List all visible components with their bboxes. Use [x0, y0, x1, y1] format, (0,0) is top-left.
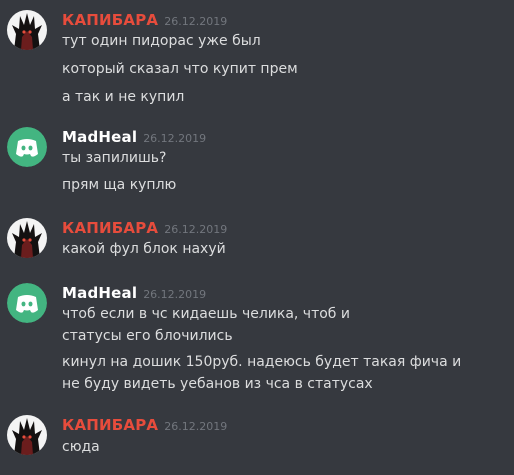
message-timestamp: 26.12.2019	[143, 288, 207, 301]
author-name[interactable]: MadHeal	[62, 128, 137, 146]
author-name[interactable]: КАПИБАРА	[62, 11, 158, 29]
message-timestamp: 26.12.2019	[143, 132, 207, 145]
message-text: который сказал что купит прем	[62, 61, 298, 77]
discord-default-avatar-icon[interactable]	[7, 283, 47, 323]
author-name[interactable]: КАПИБАРА	[62, 219, 158, 237]
message-timestamp: 26.12.2019	[164, 15, 228, 28]
dark-spiky-avatar-icon[interactable]	[7, 10, 47, 50]
discord-default-avatar-icon[interactable]	[7, 127, 47, 167]
message-text: а так и не купил	[62, 89, 185, 105]
message-timestamp: 26.12.2019	[164, 223, 228, 236]
message-text: тут один пидорас уже был	[62, 33, 261, 49]
message-text: кинул на дошик 150руб. надеюсь будет так…	[62, 354, 462, 392]
dark-spiky-avatar-icon[interactable]	[7, 415, 47, 455]
message-text: сюда	[62, 439, 100, 455]
author-name[interactable]: КАПИБАРА	[62, 416, 158, 434]
message-text: какой фул блок нахуй	[62, 241, 226, 257]
author-name[interactable]: MadHeal	[62, 284, 137, 302]
message-timestamp: 26.12.2019	[164, 420, 228, 433]
message-text: прям ща куплю	[62, 177, 177, 193]
message-text: чтоб если в чс кидаешь челика, чтоб и ст…	[62, 306, 350, 344]
message-text: ты запилишь?	[62, 150, 167, 166]
dark-spiky-avatar-icon[interactable]	[7, 218, 47, 258]
